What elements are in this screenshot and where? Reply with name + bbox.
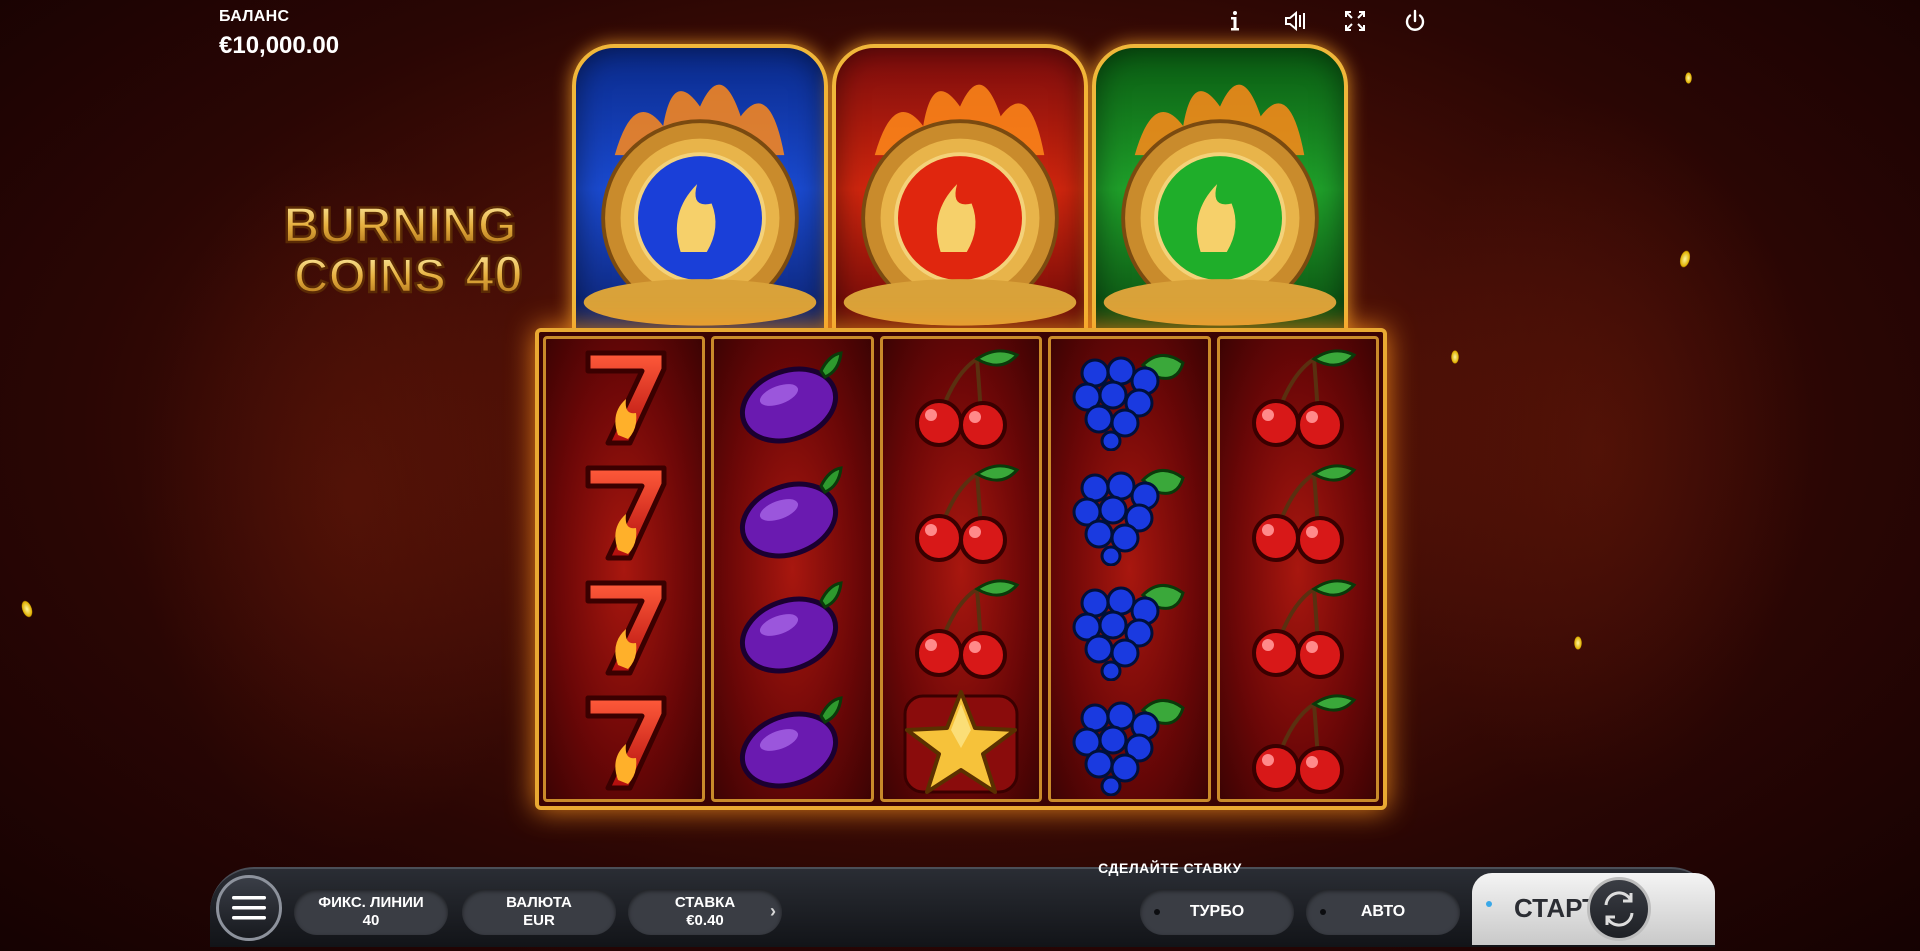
grapes-symbol-icon <box>1065 458 1193 566</box>
auto-label: АВТО <box>1360 903 1406 920</box>
reel-2 <box>711 336 874 802</box>
auto-toggle[interactable]: АВТО <box>1306 889 1460 935</box>
plum-symbol-icon <box>729 688 857 796</box>
turbo-label: ТУРБО <box>1189 903 1245 920</box>
control-bar: СДЕЛАЙТЕ СТАВКУ ФИКС. ЛИНИИ 40 ВАЛЮТА EU… <box>210 855 1715 947</box>
red-coin-panel <box>832 44 1088 334</box>
star-symbol-icon <box>897 688 1025 796</box>
cherry-symbol-icon <box>1234 573 1362 681</box>
spin-button[interactable] <box>1587 877 1651 941</box>
lines-selector[interactable]: ФИКС. ЛИНИИ 40 <box>294 889 448 935</box>
spark <box>19 598 35 620</box>
logo-line1: BURNING <box>283 197 516 253</box>
lines-label: ФИКС. ЛИНИИ <box>318 894 424 911</box>
red-flame-coin-icon <box>843 84 1077 326</box>
reel-4 <box>1048 336 1211 802</box>
reel-5 <box>1216 336 1380 802</box>
menu-button[interactable] <box>216 875 282 941</box>
balance-label: БАЛАНС <box>219 8 290 25</box>
seven-symbol-icon <box>560 458 688 566</box>
top-toolbar <box>1220 6 1430 36</box>
refresh-icon <box>1604 891 1634 927</box>
balance-panel: БАЛАНС €10,000.00 <box>219 8 339 60</box>
turbo-indicator <box>1154 909 1160 915</box>
bet-label: СТАВКА <box>674 894 736 911</box>
seven-symbol-icon <box>560 688 688 796</box>
plum-symbol-icon <box>729 343 857 451</box>
blue-coin-panel <box>572 44 828 334</box>
bonus-coins-row <box>572 44 1348 334</box>
cherry-symbol-icon <box>897 343 1025 451</box>
seven-symbol-icon <box>560 343 688 451</box>
hamburger-icon <box>232 896 266 920</box>
info-icon[interactable] <box>1220 6 1250 36</box>
spark <box>1677 249 1693 269</box>
currency-label: ВАЛЮТА <box>506 894 572 911</box>
chevron-right-icon: › <box>770 901 776 921</box>
plum-symbol-icon <box>729 573 857 681</box>
blue-flame-coin-icon <box>583 84 817 326</box>
cherry-symbol-icon <box>1234 688 1362 796</box>
start-indicator <box>1486 901 1492 907</box>
grapes-symbol-icon <box>1065 573 1193 681</box>
spark <box>1451 350 1459 364</box>
plum-symbol-icon <box>729 458 857 566</box>
sound-icon[interactable] <box>1280 6 1310 36</box>
logo-line2: COINS <box>294 250 446 302</box>
bet-value: €0.40 <box>686 912 724 929</box>
auto-indicator <box>1320 909 1326 915</box>
start-label: СТАРТ <box>1514 893 1599 923</box>
reels-grid <box>535 328 1387 810</box>
balance-value: €10,000.00 <box>219 32 340 59</box>
reel-1 <box>543 336 706 802</box>
power-icon[interactable] <box>1400 6 1430 36</box>
spark <box>1574 636 1582 650</box>
cherry-symbol-icon <box>1234 458 1362 566</box>
fullscreen-icon[interactable] <box>1340 6 1370 36</box>
logo-number: 40 <box>465 246 523 302</box>
grapes-symbol-icon <box>1065 688 1193 796</box>
currency-value: EUR <box>523 912 555 929</box>
cherry-symbol-icon <box>897 573 1025 681</box>
spark <box>1685 72 1692 84</box>
turbo-toggle[interactable]: ТУРБО <box>1140 889 1294 935</box>
currency-selector[interactable]: ВАЛЮТА EUR <box>462 889 616 935</box>
green-flame-coin-icon <box>1103 84 1337 326</box>
bet-prompt: СДЕЛАЙТЕ СТАВКУ <box>1098 860 1242 876</box>
bet-selector[interactable]: СТАВКА €0.40 › <box>628 889 782 935</box>
seven-symbol-icon <box>560 573 688 681</box>
lines-value: 40 <box>362 912 380 929</box>
grapes-symbol-icon <box>1065 343 1193 451</box>
green-coin-panel <box>1092 44 1348 334</box>
game-logo: BURNING COINS 40 <box>268 192 533 306</box>
cherry-symbol-icon <box>1234 343 1362 451</box>
reel-3 <box>879 336 1043 802</box>
cherry-symbol-icon <box>897 458 1025 566</box>
